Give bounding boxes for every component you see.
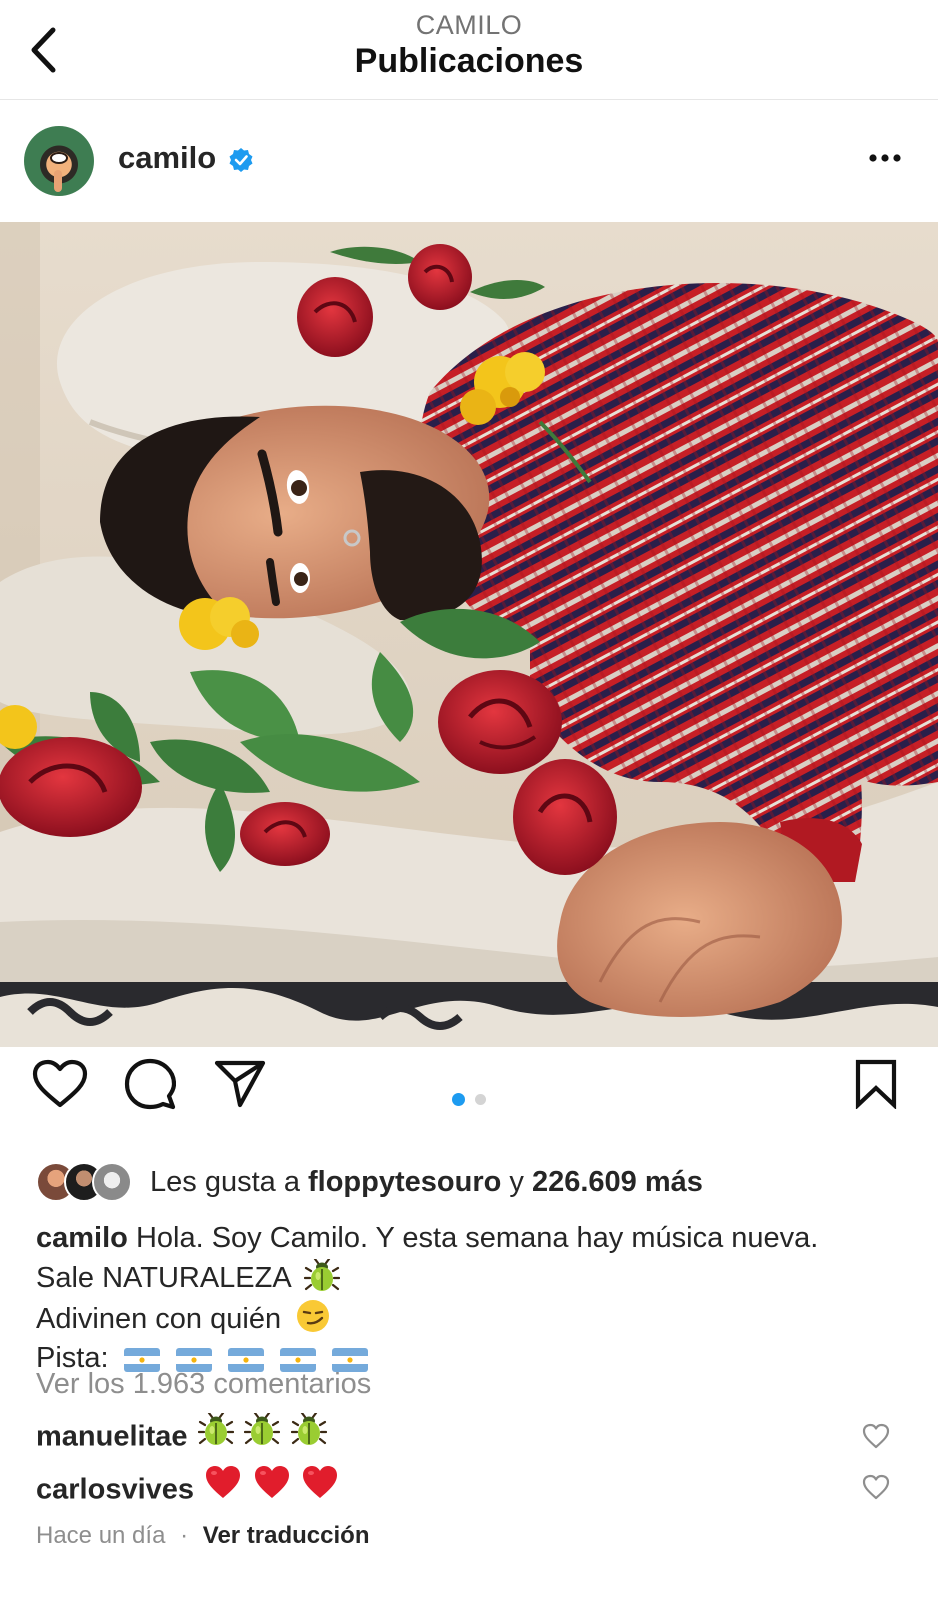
carousel-indicator (452, 1093, 492, 1109)
likes-prefix: Les gusta a (150, 1166, 308, 1198)
red-heart-emoji (303, 1466, 338, 1498)
caption-line-1: Hola. Soy Camilo. Y esta semana hay músi… (135, 1222, 819, 1254)
like-heart-icon[interactable] (32, 1059, 88, 1109)
caption-line-2: Sale NATURALEZA (36, 1262, 291, 1294)
red-heart-emoji (254, 1466, 289, 1498)
beetle-emoji (244, 1413, 281, 1445)
red-heart-emoji (206, 1466, 241, 1498)
avatar-eye-shape (50, 152, 68, 164)
liker-avatar (92, 1162, 132, 1202)
verified-badge-icon (229, 148, 253, 172)
carousel-dot-inactive (475, 1094, 486, 1105)
comment-emojis (198, 1466, 339, 1498)
post-meta: Hace un día · Ver traducción (36, 1522, 370, 1550)
comment-username[interactable]: manuelitae (36, 1420, 188, 1452)
likes-text: Les gusta a floppytesouro y 226.609 más (150, 1166, 703, 1199)
share-paper-plane-icon[interactable] (214, 1059, 266, 1109)
post-photo[interactable] (0, 222, 938, 1047)
save-bookmark-icon[interactable] (854, 1059, 898, 1109)
more-options-icon[interactable] (862, 138, 912, 178)
comment-row: carlosvives (36, 1464, 916, 1510)
beetle-emoji (304, 1259, 341, 1291)
comment-emojis (192, 1413, 327, 1445)
likes-joiner: y (501, 1166, 532, 1198)
likes-count[interactable]: 226.609 más (532, 1166, 703, 1198)
comment-like-heart-icon[interactable] (862, 1423, 890, 1449)
top-navigation-bar: CAMILO Publicaciones (0, 0, 938, 100)
liker-avatars (36, 1162, 136, 1202)
author-username[interactable]: camilo (118, 140, 216, 176)
post-header: camilo (0, 100, 938, 222)
see-translation-link[interactable]: Ver traducción (203, 1522, 370, 1549)
comment-like-heart-icon[interactable] (862, 1474, 890, 1500)
post-photo-illustration (0, 222, 938, 1047)
liker-username[interactable]: floppytesouro (308, 1166, 501, 1198)
author-avatar[interactable] (24, 126, 94, 196)
comment-username[interactable]: carlosvives (36, 1473, 194, 1505)
view-all-comments-link[interactable]: Ver los 1.963 comentarios (36, 1368, 371, 1401)
comment-row: manuelitae (36, 1413, 916, 1459)
comment-bubble-icon[interactable] (124, 1058, 176, 1110)
beetle-emoji (290, 1413, 327, 1445)
likes-summary[interactable]: Les gusta a floppytesouro y 226.609 más (36, 1160, 916, 1204)
post-caption: camilo Hola. Soy Camilo. Y esta semana h… (36, 1218, 916, 1378)
post-timestamp: Hace un día (36, 1522, 166, 1549)
smirk-emoji (297, 1300, 330, 1332)
beetle-emoji (197, 1413, 234, 1445)
account-name-label: CAMILO (415, 10, 523, 40)
post-action-bar (0, 1047, 938, 1157)
page-title: Publicaciones (354, 42, 584, 80)
caption-author[interactable]: camilo (36, 1222, 128, 1254)
avatar-hand-shape (54, 170, 62, 192)
caption-line-3: Adivinen con quién (36, 1303, 282, 1335)
meta-separator: · (180, 1522, 189, 1549)
carousel-dot-active (452, 1093, 465, 1106)
